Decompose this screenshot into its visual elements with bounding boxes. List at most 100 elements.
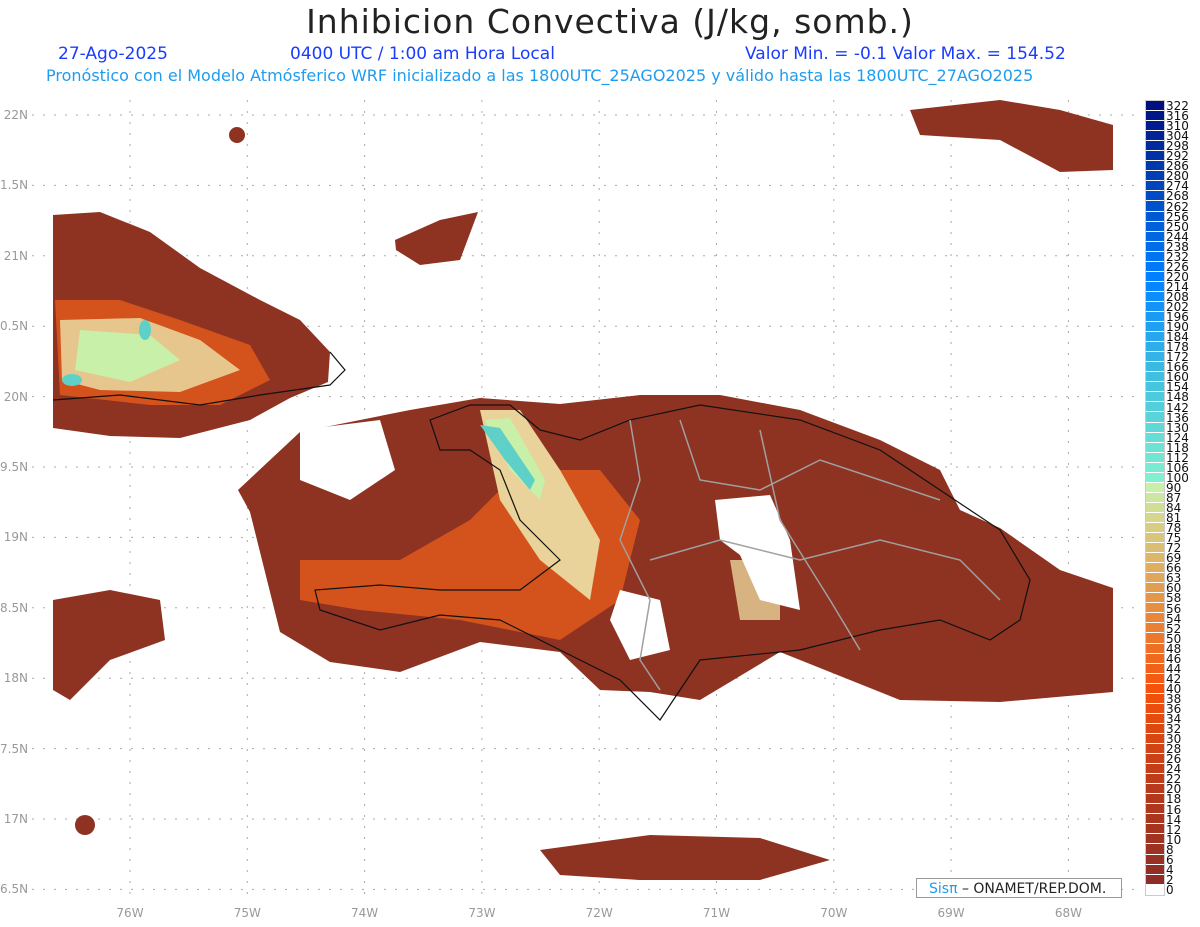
colorbar-band	[1146, 271, 1164, 282]
colorbar-band	[1146, 824, 1164, 835]
colorbar-band	[1146, 502, 1164, 513]
lon-label: 75W	[233, 906, 261, 920]
colorbar-band	[1146, 181, 1164, 192]
colorbar-band	[1146, 442, 1164, 453]
lon-label: 70W	[820, 906, 848, 920]
colorbar-band	[1146, 101, 1164, 112]
colorbar-band	[1146, 161, 1164, 172]
lon-label: 76W	[116, 906, 144, 920]
lon-label: 69W	[937, 906, 965, 920]
colorbar-band	[1146, 452, 1164, 463]
colorbar-band	[1146, 623, 1164, 634]
colorbar-band	[1146, 251, 1164, 262]
colorbar-band	[1146, 121, 1164, 132]
credit-box: Sisπ – ONAMET/REP.DOM.	[916, 878, 1122, 898]
lat-label: 22N	[3, 108, 28, 122]
colorbar-band	[1146, 854, 1164, 865]
colorbar-band	[1146, 241, 1164, 252]
colorbar-band	[1146, 422, 1164, 433]
colorbar-band	[1146, 593, 1164, 604]
colorbar-band	[1146, 342, 1164, 353]
lat-label: 9.5N	[0, 460, 29, 474]
colorbar-band	[1146, 713, 1164, 724]
lat-label: 1.5N	[0, 178, 29, 193]
colorbar-band	[1146, 492, 1164, 503]
colorbar-band	[1146, 603, 1164, 614]
colorbar-band	[1146, 764, 1164, 775]
colorbar-band	[1146, 402, 1164, 413]
colorbar-band	[1146, 191, 1164, 202]
colorbar-band	[1146, 151, 1164, 162]
colorbar-band	[1146, 563, 1164, 574]
colorbar-band	[1146, 774, 1164, 785]
lat-label: 0.5N	[0, 319, 29, 334]
lat-label: 19N	[3, 530, 28, 545]
colorbar-band	[1146, 372, 1164, 383]
colorbar-band	[1146, 533, 1164, 544]
colorbar-band	[1146, 352, 1164, 363]
colorbar-band	[1146, 412, 1164, 423]
colorbar-band	[1146, 131, 1164, 142]
colorbar-band	[1146, 392, 1164, 403]
colorbar-band	[1146, 482, 1164, 493]
colorbar-band	[1146, 583, 1164, 594]
colorbar-band	[1146, 462, 1164, 473]
colorbar-band	[1146, 653, 1164, 664]
colorbar-band	[1146, 874, 1164, 885]
colorbar-band	[1146, 221, 1164, 232]
colorbar-band	[1146, 322, 1164, 333]
lat-label: 8.5N	[0, 600, 29, 615]
lat-label: 20N	[3, 389, 28, 404]
lat-label: 7.5N	[0, 741, 29, 756]
colorbar-band	[1146, 231, 1164, 242]
colorbar-band	[1146, 201, 1164, 212]
colorbar-band	[1146, 522, 1164, 534]
colorbar-band	[1146, 332, 1164, 343]
colorbar-band	[1146, 703, 1164, 714]
colorbar-band	[1146, 211, 1164, 222]
colorbar-band	[1146, 553, 1164, 564]
lat-label: 6.5N	[0, 882, 29, 897]
colorbar-band	[1146, 673, 1164, 684]
colorbar-band	[1146, 111, 1164, 122]
lon-label: 74W	[351, 906, 379, 920]
colorbar-band	[1146, 814, 1164, 825]
sispi-logo: Sisπ	[929, 881, 958, 897]
colorbar-band	[1146, 864, 1164, 875]
colorbar-band	[1146, 844, 1164, 855]
colorbar-band	[1146, 543, 1164, 554]
colorbar-band	[1146, 311, 1164, 323]
colorbar-band	[1146, 261, 1164, 272]
colorbar-band	[1146, 281, 1164, 292]
colorbar-band	[1146, 301, 1164, 312]
colorbar-band	[1146, 794, 1164, 805]
colorbar-band	[1146, 613, 1164, 624]
lon-label: 68W	[1054, 906, 1082, 920]
lat-label: 18N	[3, 671, 28, 686]
cin-shading	[53, 100, 1113, 880]
colorbar-band	[1146, 683, 1164, 694]
colorbar-band	[1146, 512, 1164, 523]
colorbar-band	[1146, 171, 1164, 182]
lon-label: 73W	[468, 906, 496, 920]
colorbar-band	[1146, 693, 1164, 704]
colorbar-band	[1146, 291, 1164, 302]
colorbar-band	[1146, 884, 1164, 895]
colorbar-band	[1146, 804, 1164, 815]
colorbar-label: 0	[1166, 882, 1174, 897]
colorbar-band	[1146, 784, 1164, 795]
colorbar-band	[1146, 573, 1164, 584]
colorbar-band	[1146, 663, 1164, 674]
colorbar-band	[1146, 362, 1164, 373]
colorbar-band	[1146, 382, 1164, 393]
colorbar-band	[1146, 141, 1164, 152]
colorbar-band	[1146, 834, 1164, 845]
map-canvas	[32, 100, 1137, 900]
forecast-map-figure: Inhibicion Convectiva (J/kg, somb.) 27-A…	[0, 0, 1200, 927]
colorbar-band	[1146, 754, 1164, 765]
colorbar-band	[1146, 432, 1164, 443]
colorbar-band	[1146, 633, 1164, 644]
lon-label: 71W	[702, 906, 731, 920]
colorbar-band	[1146, 744, 1164, 755]
colorbar-band	[1146, 723, 1164, 734]
